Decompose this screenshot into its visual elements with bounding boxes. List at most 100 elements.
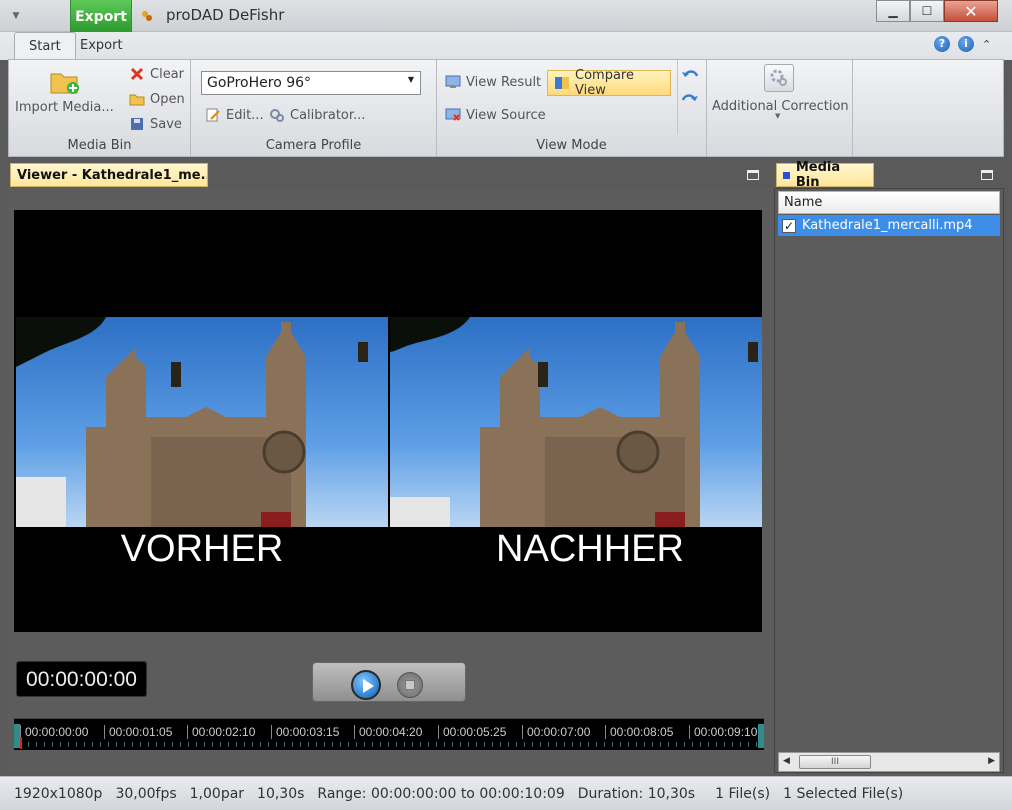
timeline-tick: 00:00:01:05 — [104, 725, 172, 739]
view-mode-group: View Result Compare View View Source Vie… — [437, 60, 707, 156]
timeline-end-handle[interactable] — [758, 724, 764, 748]
transport-controls — [312, 662, 466, 702]
timecode-display: 00:00:00:00 — [16, 661, 147, 697]
save-icon — [131, 118, 143, 130]
additional-correction-group: Additional Correction ▼ — [707, 60, 853, 156]
status-files: 1 File(s) — [715, 785, 771, 802]
system-menu-icon[interactable]: ▼ — [8, 9, 24, 23]
save-label: Save — [150, 116, 182, 132]
media-bin-group: Import Media... Clear Open Save Media Bi… — [9, 60, 191, 156]
app-logo-icon — [142, 11, 152, 21]
calibrator-button[interactable]: Calibrator... — [269, 107, 365, 123]
item-checkbox[interactable]: ✓ — [782, 218, 796, 233]
status-selected: 1 Selected File(s) — [783, 785, 904, 802]
calibrator-icon — [270, 109, 284, 122]
ribbon: Import Media... Clear Open Save Media Bi… — [8, 59, 1004, 157]
horizontal-scrollbar[interactable]: ◀ III ▶ — [778, 752, 1000, 772]
export-quick-button[interactable]: Export — [70, 0, 132, 32]
view-source-icon — [445, 108, 461, 121]
play-button[interactable] — [351, 670, 381, 700]
additional-correction-icon[interactable] — [764, 64, 794, 92]
window-title: proDAD DeFishr — [166, 6, 285, 24]
status-fps: 30,00fps — [115, 785, 177, 802]
open-button[interactable]: Open — [129, 91, 185, 107]
media-bin-group-label: Media Bin — [67, 138, 132, 153]
edit-label: Edit... — [226, 107, 264, 123]
close-button[interactable]: ✕ — [944, 0, 998, 22]
save-button[interactable]: Save — [129, 116, 182, 132]
import-media-icon — [49, 68, 81, 100]
scrollbar-thumb[interactable]: III — [799, 755, 871, 769]
view-source-button[interactable]: View Source — [445, 107, 546, 123]
timeline[interactable]: 00:00:00:00 00:00:01:05 00:00:02:10 00:0… — [14, 718, 764, 750]
list-item[interactable]: ✓ Kathedrale1_mercalli.mp4 — [778, 215, 1000, 236]
calibrator-label: Calibrator... — [290, 107, 366, 123]
help-icon[interactable]: ? — [934, 36, 950, 52]
scroll-right-icon[interactable]: ▶ — [988, 756, 995, 766]
media-bin-tab-icon — [783, 171, 790, 179]
compare-view-label: Compare View — [575, 68, 634, 98]
import-media-button[interactable]: Import Media... — [15, 100, 114, 115]
view-result-label: View Result — [466, 74, 542, 90]
clear-button[interactable]: Clear — [129, 66, 184, 82]
timeline-ruler — [20, 742, 758, 747]
view-mode-group-label: View Mode — [536, 138, 607, 153]
view-source-label: View Source — [466, 107, 546, 123]
clear-icon — [130, 67, 144, 81]
timeline-tick: 00:00:00:00 — [20, 725, 88, 739]
open-folder-icon — [129, 94, 145, 106]
timeline-tick: 00:00:08:05 — [605, 725, 673, 739]
chevron-down-icon: ▼ — [407, 75, 414, 84]
status-par: 1,00par — [189, 785, 245, 802]
compare-view-button[interactable]: Compare View — [547, 68, 671, 98]
dropdown-arrow-icon: ▼ — [775, 112, 781, 120]
play-icon — [363, 679, 374, 693]
timeline-tick: 00:00:07:00 — [522, 725, 590, 739]
column-header-name[interactable]: Name — [778, 191, 1000, 214]
view-mode-divider — [677, 60, 678, 134]
media-bin-maximize-icon[interactable] — [981, 170, 993, 180]
viewer-tab[interactable]: Viewer - Kathedrale1_me... — [10, 163, 208, 187]
edit-icon — [206, 108, 220, 122]
after-frame — [390, 317, 762, 527]
open-label: Open — [150, 91, 185, 107]
media-file-name: Kathedrale1_mercalli.mp4 — [802, 218, 973, 233]
window-controls: ▁ ☐ ✕ — [876, 0, 998, 24]
help-icons: ? i ⌃ — [934, 36, 991, 52]
camera-profile-group: GoProHero 96° ▼ Edit... Calibrator... Ca… — [191, 60, 437, 156]
viewer-maximize-icon[interactable] — [747, 170, 759, 180]
playhead[interactable] — [20, 737, 22, 749]
redo-icon[interactable] — [681, 90, 699, 110]
collapse-ribbon-icon[interactable]: ⌃ — [982, 38, 991, 51]
after-caption: NACHHER — [496, 528, 684, 570]
video-preview[interactable]: VORHER NACHHER — [14, 210, 762, 632]
minimize-button[interactable]: ▁ — [876, 0, 910, 22]
timeline-tick: 00:00:09:10 — [689, 725, 757, 739]
media-bin-panel — [774, 188, 1004, 773]
before-frame — [16, 317, 388, 527]
timeline-tick: 00:00:04:20 — [354, 725, 422, 739]
view-result-icon — [445, 75, 461, 88]
info-icon[interactable]: i — [958, 36, 974, 52]
status-length: 10,30s — [257, 785, 305, 802]
media-bin-tab[interactable]: Media Bin — [776, 160, 874, 190]
clear-label: Clear — [150, 66, 184, 82]
status-bar: 1920x1080p 30,00fps 1,00par 10,30s Range… — [0, 776, 1012, 810]
stop-icon — [405, 680, 415, 690]
undo-icon[interactable] — [681, 66, 699, 86]
maximize-button[interactable]: ☐ — [910, 0, 944, 22]
title-bar: ▼ Export proDAD DeFishr ▁ ☐ ✕ — [0, 0, 1012, 32]
tab-export[interactable]: Export — [66, 32, 137, 60]
status-duration: Duration: 10,30s — [577, 785, 696, 802]
ribbon-tab-row: Start Export — [0, 32, 1012, 60]
import-media-label: Import Media... — [15, 100, 114, 115]
camera-profile-select[interactable]: GoProHero 96° ▼ — [201, 71, 421, 95]
edit-profile-button[interactable]: Edit... — [205, 107, 264, 123]
media-bin-tab-label: Media Bin — [795, 160, 841, 190]
stop-button[interactable] — [397, 672, 423, 698]
before-caption: VORHER — [120, 528, 284, 570]
timeline-tick: 00:00:03:15 — [271, 725, 339, 739]
view-result-button[interactable]: View Result — [445, 74, 541, 90]
scroll-left-icon[interactable]: ◀ — [783, 756, 790, 766]
camera-profile-value: GoProHero 96° — [207, 75, 312, 91]
